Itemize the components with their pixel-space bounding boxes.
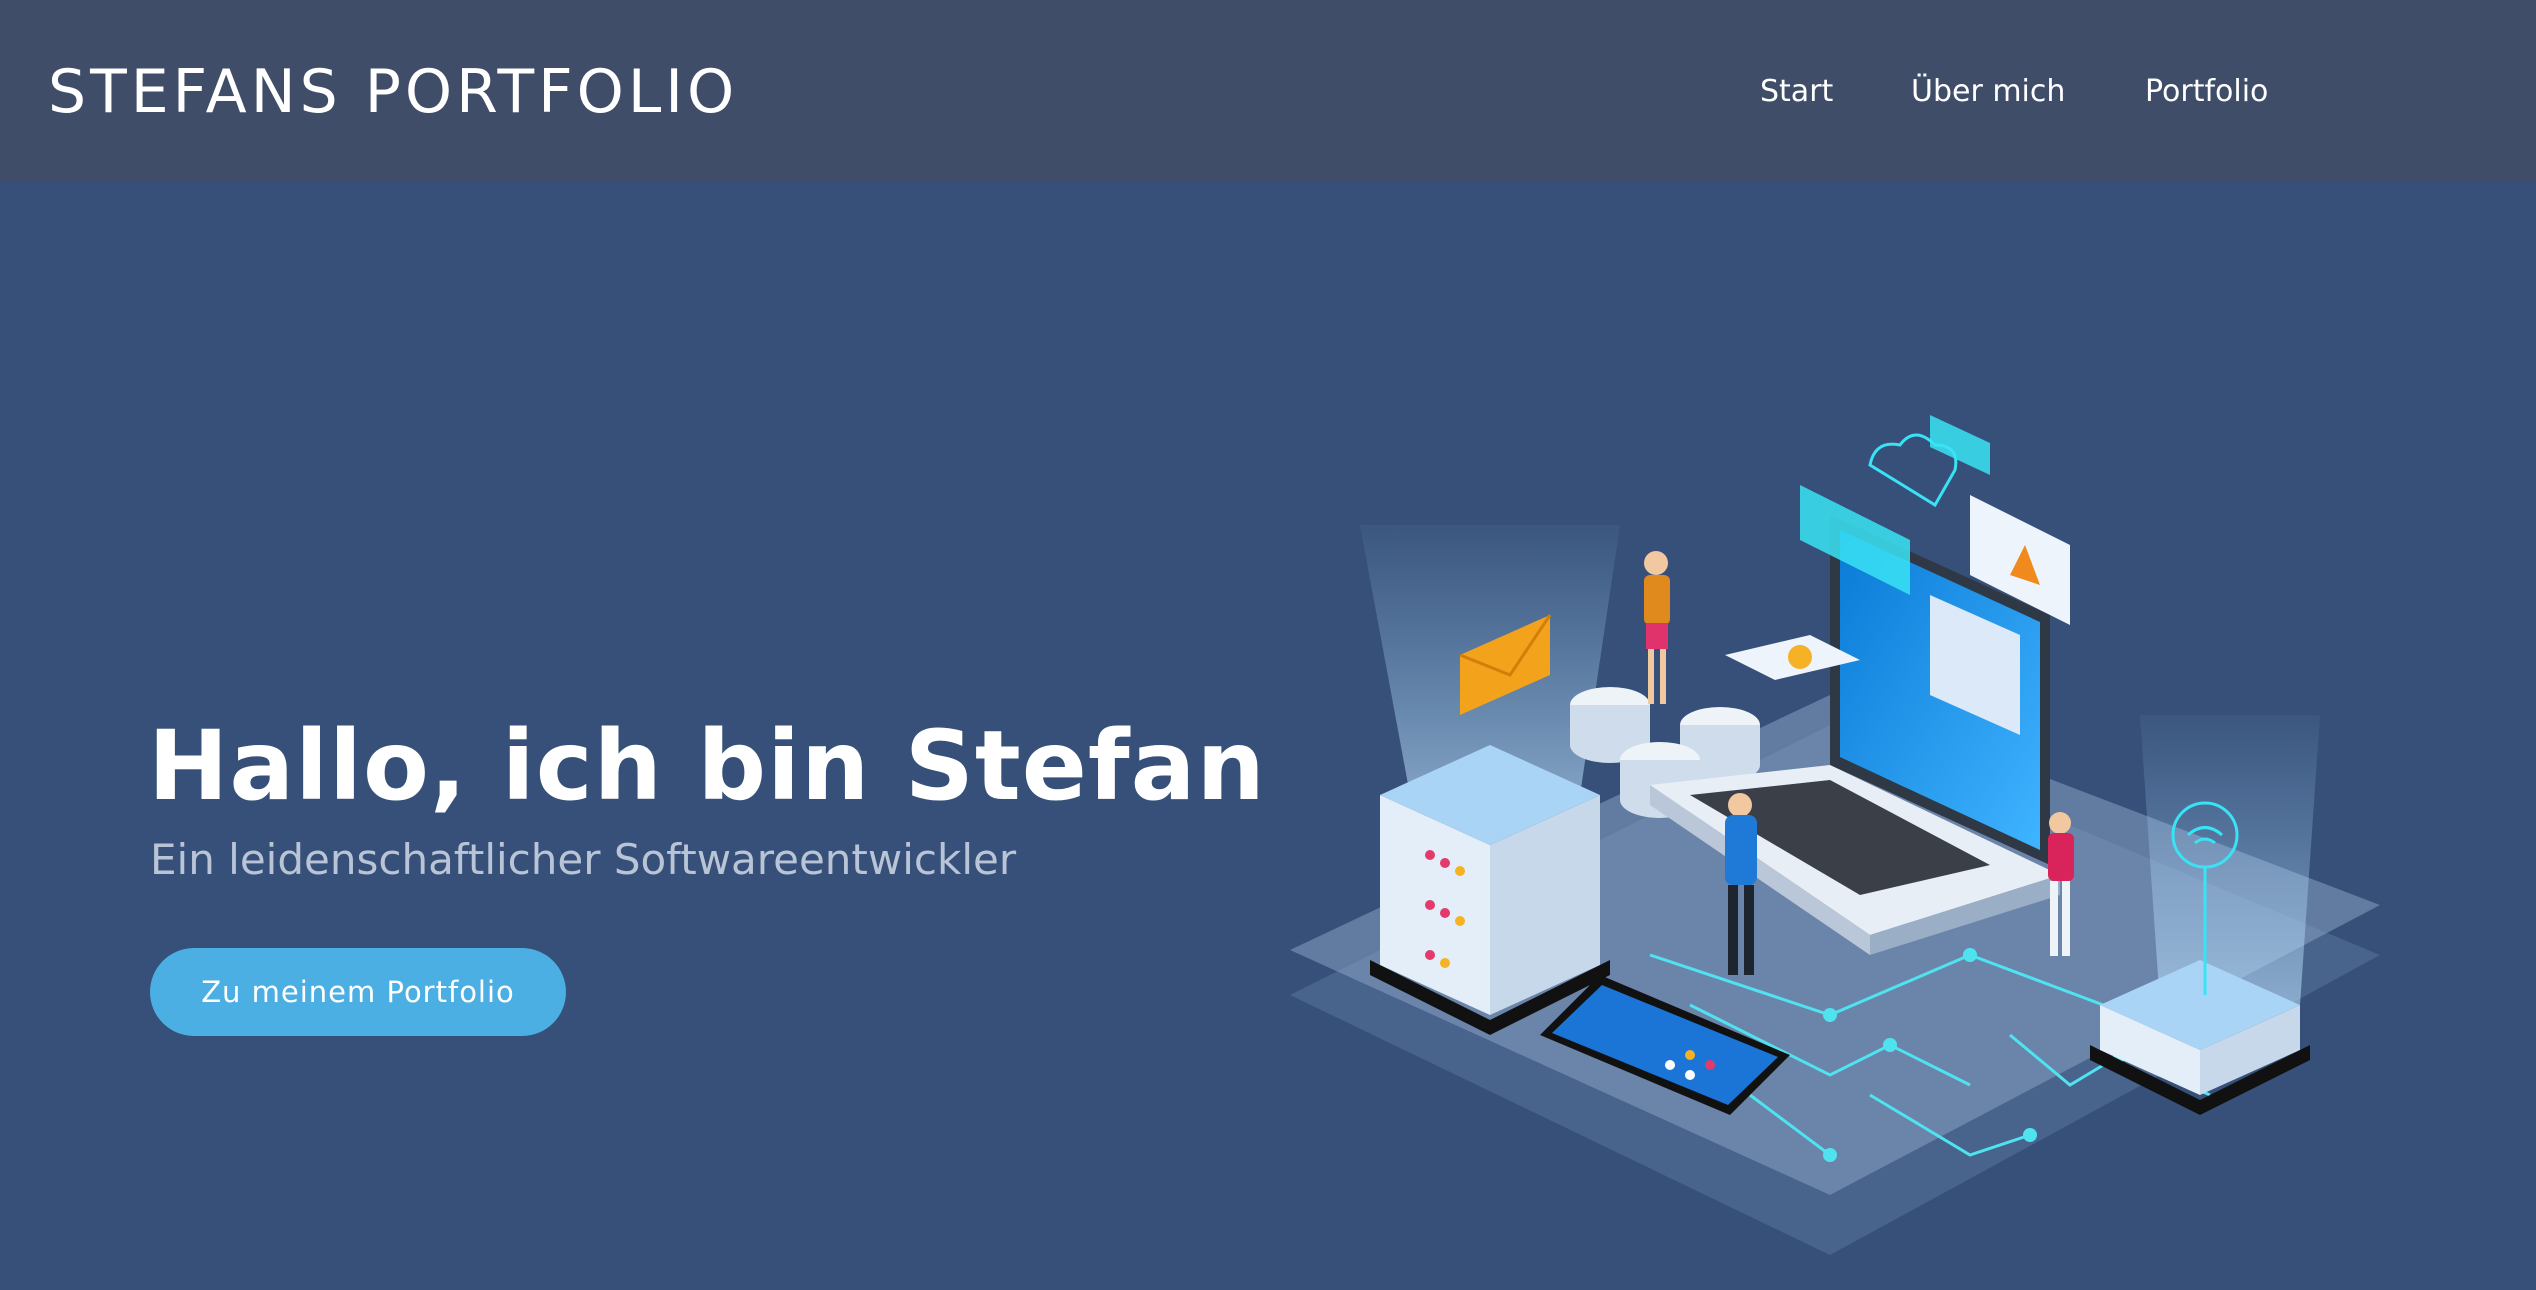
server-rack-left [1370, 745, 1610, 1035]
main-nav: Start Über mich Portfolio [0, 64, 2536, 120]
light-beam-right [2140, 715, 2320, 1005]
top-navigation-bar: STEFANS PORTFOLIO Start Über mich Portfo… [0, 0, 2536, 182]
nav-link-about[interactable]: Über mich [1911, 64, 2065, 120]
hero-title: Hallo, ich bin Stefan [148, 710, 1266, 822]
portfolio-cta-button[interactable]: Zu meinem Portfolio [150, 948, 566, 1036]
cloud-icon [1868, 433, 1958, 508]
nav-link-start[interactable]: Start [1760, 64, 1833, 120]
person-woman-standing [1644, 551, 1670, 704]
hero-subtitle: Ein leidenschaftlicher Softwareentwickle… [150, 835, 1017, 884]
isometric-tech-illustration [1290, 415, 2380, 1255]
nav-link-portfolio[interactable]: Portfolio [2145, 64, 2268, 120]
